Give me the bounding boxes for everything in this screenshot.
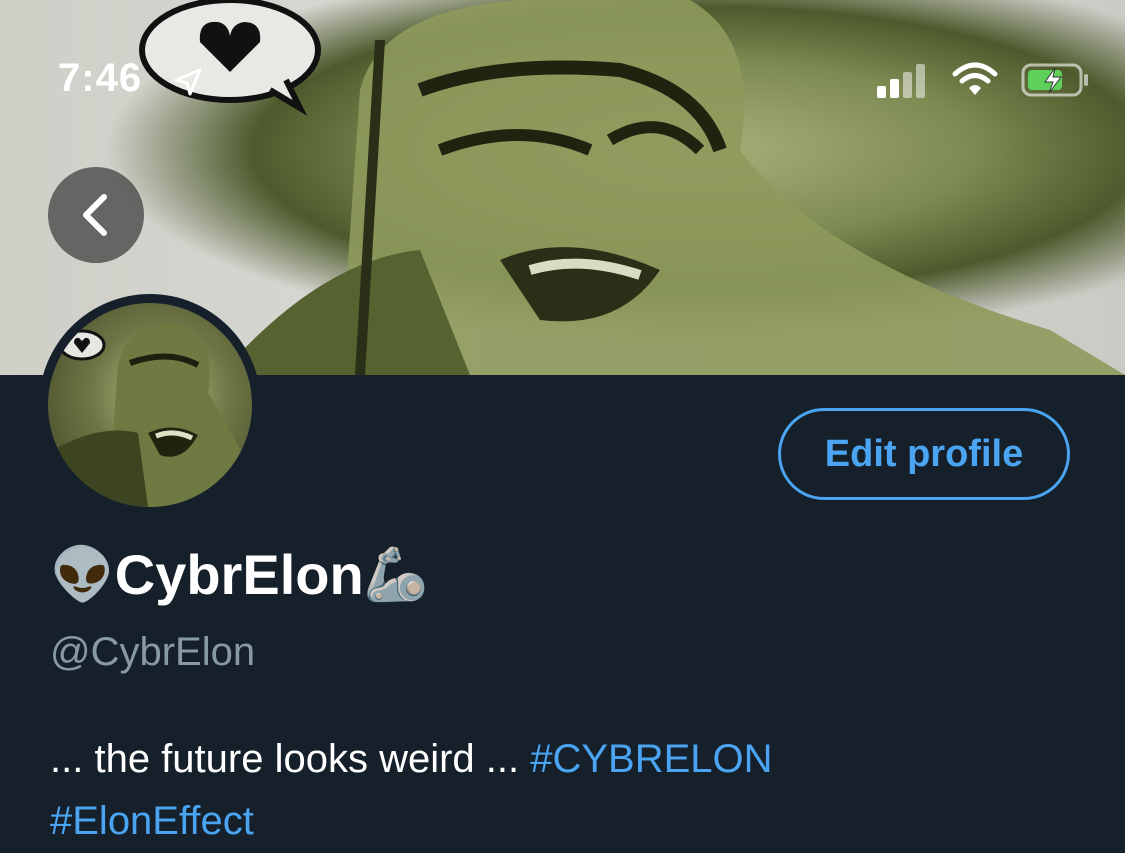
wifi-icon [952, 62, 998, 95]
battery-charging-icon [1021, 63, 1088, 97]
status-time: 7:46 [58, 56, 143, 100]
back-button[interactable] [48, 167, 144, 263]
username-handle: @CybrElon [50, 630, 256, 674]
mechanical-arm-emoji-icon: 🦾 [363, 545, 429, 604]
avatar-illustration [48, 324, 252, 507]
edit-profile-button[interactable]: Edit profile [778, 408, 1070, 500]
avatar[interactable] [48, 303, 252, 507]
status-icons [877, 62, 1091, 98]
hashtag-link-cybrelon[interactable]: #CYBRELON [530, 737, 772, 781]
chevron-left-icon [83, 194, 107, 236]
hashtag-link-eloneffect[interactable]: #ElonEffect [50, 799, 254, 843]
location-arrow-icon [174, 68, 202, 96]
alien-emoji-icon: 👽 [50, 545, 115, 604]
cellular-signal-icon [877, 64, 925, 98]
display-name-text: CybrElon [114, 543, 364, 606]
profile-bio: ... the future looks weird ... #CYBRELON… [50, 728, 1090, 852]
bio-text: ... the future looks weird ... [50, 737, 531, 781]
display-name: 👽 CybrElon 🦾 [50, 542, 428, 607]
